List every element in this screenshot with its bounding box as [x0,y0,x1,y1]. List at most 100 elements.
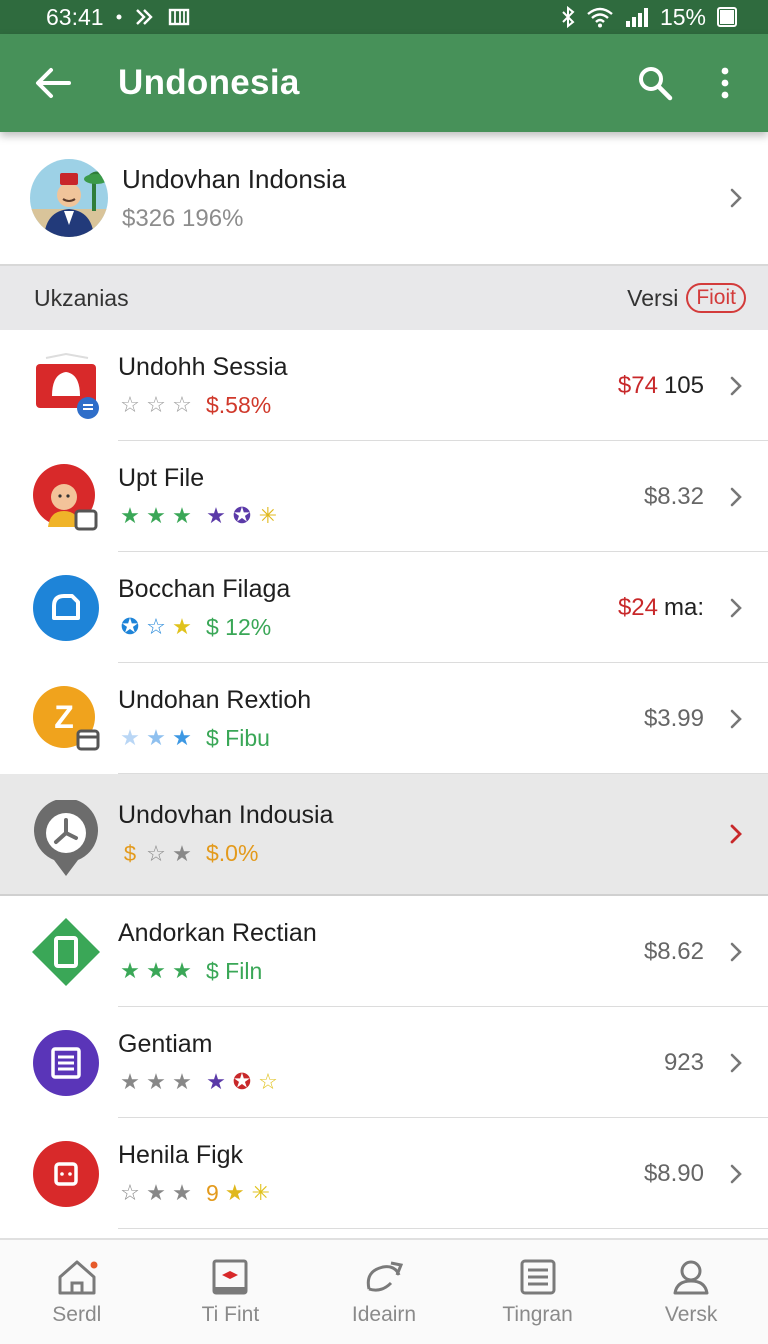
nfc-icon [134,7,156,27]
back-button[interactable] [26,56,80,110]
wifi-icon [586,6,614,28]
document-app-icon [32,1029,100,1097]
chevron-right-icon [726,939,746,965]
item-name: Gentiam [118,1030,213,1058]
nav-item-versk[interactable]: Versk [614,1240,768,1344]
item-price: $8.32 [644,483,704,511]
profile-card[interactable]: Undovhan Indonsia $326 196% [0,132,768,266]
person-icon [673,1260,709,1295]
item-price: $3.99 [644,705,704,733]
refresh-icon [366,1261,404,1292]
price-sale: $74 [617,371,658,399]
battery-icon [716,5,738,29]
rating-stars: ★ ★ ★ ★ ✪ ☆ [120,1069,278,1094]
calculator-app-icon [32,1140,100,1208]
chevron-right-icon [726,1050,746,1076]
overflow-menu-button[interactable] [698,56,752,110]
chevron-right-icon [726,706,746,732]
nav-label: Serdl [52,1303,102,1326]
item-value: $ Filn [206,957,263,984]
item-name: Undohh Sessia [118,352,288,381]
item-value: $ Fibu [206,724,270,751]
bluetooth-icon [560,5,576,29]
diamond-app-icon [32,917,100,986]
price-regular: $8.90 [643,1159,704,1187]
profile-subtitle: $326 196% [122,204,244,232]
character-app-icon [32,463,100,531]
nav-item-serdl[interactable]: Serdl [0,1240,154,1344]
nav-item-tingran[interactable]: Tingran [461,1240,615,1344]
z-app-icon: Z [32,685,100,753]
status-time: 63:41 [46,3,104,30]
list-item[interactable]: Andorkan Rectian ★ ★ ★ $ Filn $8.62 [0,896,768,1007]
list-item[interactable]: Bocchan Filaga ✪ ☆ ★ $ 12% $24 ma: [0,552,768,663]
chevron-right-icon [726,185,746,211]
price-regular: ma: [663,593,704,621]
price-sale: $24 [617,593,658,621]
notification-dot-icon [116,14,122,20]
item-value: $.0% [206,840,259,866]
chevron-right-icon [726,484,746,510]
arrow-left-icon [36,68,71,98]
item-value: $.58% [206,391,272,418]
status-bar: 63:41 15% [0,0,768,34]
rating-stars: ☆ ★ ★ [120,1180,192,1205]
avatar [30,159,108,237]
app-bar: Undonesia [0,34,768,132]
chevron-right-icon [726,373,746,399]
price-regular: $8.32 [643,482,704,510]
app-list: Undohh Sessia ☆ ☆ ☆ $.58% $74 105 Upt Fi… [0,330,768,1229]
item-name: Undovhan Indousia [118,801,334,829]
price-regular: $3.99 [643,704,704,732]
section-header: Ukzanias Versi Fioit [0,266,768,330]
list-item[interactable]: Z Undohan Rextioh ★ ★ ★ $ Fibu $3.99 [0,663,768,774]
camera-app-icon [32,574,100,642]
list-item[interactable]: Gentiam ★ ★ ★ ★ ✪ ☆ 923 [0,1007,768,1118]
item-price: $24 ma: [618,594,704,622]
svg-text:Z: Z [54,699,74,735]
battery-percent: 15% [659,3,706,30]
rating-stars: ★ ★ ★ [120,725,192,750]
rating-stars: ★ ★ ★ ★ ✪ ✳ [120,503,278,528]
item-name: Undohan Rextioh [118,685,312,714]
section-label: Ukzanias [34,284,129,311]
rating-stars-extra: ★ ✳ [224,1180,271,1205]
list-item[interactable]: Henila Figk ☆ ★ ★ 9 ★ ✳ $8.90 [0,1118,768,1229]
rating-stars: $ ☆ ★ [123,840,192,866]
item-value: $ 12% [206,613,272,640]
nav-label: Versk [664,1303,718,1326]
tablet-icon [212,1259,248,1295]
item-name: Bocchan Filaga [118,574,291,603]
search-icon [639,67,673,101]
item-name: Upt File [118,464,205,492]
nav-item-ti-fint[interactable]: Ti Fint [154,1240,308,1344]
price-regular: 923 [663,1048,704,1076]
item-name: Henila Figk [118,1140,244,1169]
price-regular: 105 [663,371,704,399]
nav-label: Ti Fint [201,1303,260,1326]
more-vertical-icon [721,67,729,99]
price-regular: $8.62 [643,937,704,965]
list-icon [520,1259,556,1295]
item-name: Andorkan Rectian [118,918,317,947]
app-store-icon [32,352,100,420]
nav-item-ideairn[interactable]: Ideairn [307,1240,461,1344]
search-button[interactable] [628,56,682,110]
item-price: $74 105 [618,372,704,400]
profile-name: Undovhan Indonsia [122,163,347,194]
item-value: 9 [206,1179,219,1206]
chevron-right-icon [726,821,746,847]
item-price: $8.62 [644,938,704,966]
list-item-selected[interactable]: Undovhan Indousia $ ☆ ★ $.0% [0,774,768,896]
bottom-navigation: Serdl Ti Fint Ideairn Tingran Versk [0,1238,768,1344]
item-price: 923 [664,1049,704,1077]
status-badge[interactable]: Fioit [686,283,746,313]
list-item[interactable]: Undohh Sessia ☆ ☆ ☆ $.58% $74 105 [0,330,768,441]
list-item[interactable]: Upt File ★ ★ ★ ★ ✪ ✳ $8.32 [0,441,768,552]
rating-stars: ✪ ☆ ★ [120,614,192,639]
nav-label: Tingran [502,1303,573,1326]
version-label: Versi [627,284,679,311]
item-price: $8.90 [644,1160,704,1188]
rating-stars: ★ ★ ★ [120,958,192,983]
page-title: Undonesia [118,63,300,102]
